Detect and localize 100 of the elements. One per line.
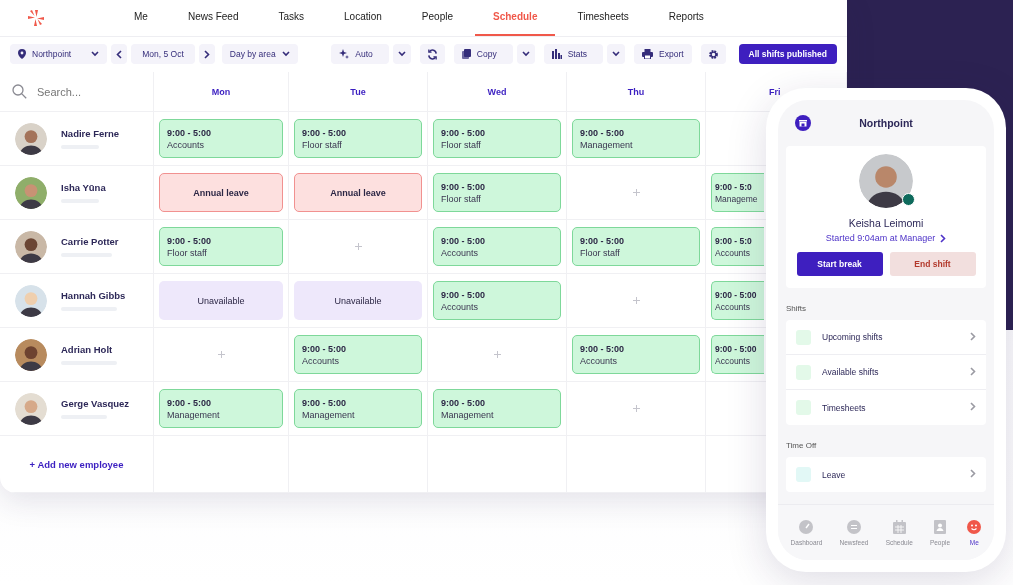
chat-icon bbox=[847, 519, 861, 534]
avatar bbox=[15, 176, 47, 209]
previous-button[interactable] bbox=[111, 44, 128, 65]
shift-status-link[interactable]: Started 9:04am at Manager bbox=[825, 233, 947, 243]
view-dropdown[interactable]: Day by area bbox=[221, 44, 298, 65]
copy-icon bbox=[461, 49, 471, 60]
employee-name[interactable]: Gerge Vasquez bbox=[61, 398, 130, 409]
nav-tab[interactable]: News Feed bbox=[169, 0, 257, 36]
shift-area: Manageme bbox=[715, 193, 764, 204]
shift-time: 9:00 - 5:00 bbox=[167, 235, 213, 246]
menu-item[interactable]: Leave bbox=[786, 457, 986, 492]
shift-card[interactable]: 9:00 - 5:00 Accounts bbox=[433, 281, 561, 320]
shift-time: 9:00 - 5:00 bbox=[302, 397, 348, 408]
gauge-icon bbox=[799, 519, 814, 534]
avatar bbox=[15, 392, 47, 425]
shift-time: 9:00 - 5:00 bbox=[441, 289, 487, 300]
shift-card[interactable]: 9:00 - 5:00 Floor staff bbox=[572, 227, 700, 266]
add-employee-link[interactable]: + Add new employee bbox=[23, 457, 130, 471]
search-field[interactable]: Search... bbox=[35, 84, 149, 99]
employee-name[interactable]: Nadire Ferne bbox=[61, 128, 120, 139]
shift-time: 9:00 - 5:00 bbox=[715, 343, 758, 354]
shift-card[interactable]: 9:00 - 5:00 Floor staff bbox=[294, 119, 422, 158]
shift-time: 9:00 - 5:00 bbox=[580, 235, 626, 246]
next-button[interactable] bbox=[198, 44, 215, 65]
location-dropdown[interactable]: Northpoint bbox=[10, 44, 108, 65]
shift-card[interactable]: 9:00 - 5:0 Manageme bbox=[711, 173, 764, 212]
stats-button[interactable]: Stats bbox=[543, 44, 603, 65]
shift-area: Accounts bbox=[715, 247, 764, 258]
shift-card[interactable]: 9:00 - 5:00 Accounts bbox=[572, 335, 700, 374]
shift-area: Floor staff bbox=[302, 139, 414, 150]
chevron-right-icon bbox=[203, 49, 210, 59]
auto-button[interactable]: Auto bbox=[331, 44, 389, 65]
avatar bbox=[15, 284, 47, 317]
menu-item[interactable]: Available shifts bbox=[786, 355, 986, 390]
employee-name[interactable]: Isha Yūna bbox=[61, 182, 106, 193]
shift-area: Accounts bbox=[302, 355, 414, 366]
refresh-button[interactable] bbox=[419, 44, 445, 65]
section-heading: Time Off bbox=[785, 441, 818, 450]
chevron-right-icon bbox=[970, 469, 976, 478]
section-heading: Shifts bbox=[785, 304, 807, 313]
dropdown-button[interactable] bbox=[607, 44, 625, 65]
shift-area: Floor staff bbox=[441, 193, 553, 204]
unavailable-block[interactable]: Unavailable bbox=[294, 281, 422, 320]
shift-card[interactable]: 9:00 - 5:00 Accounts bbox=[711, 281, 764, 320]
employee-name[interactable]: Carrie Potter bbox=[61, 236, 119, 247]
bar-chart-icon bbox=[551, 49, 562, 60]
shift-card[interactable]: 9:00 - 5:00 Floor staff bbox=[433, 119, 561, 158]
dropdown-button[interactable] bbox=[392, 44, 411, 65]
employee-name[interactable]: Adrian Holt bbox=[61, 344, 117, 355]
date-button[interactable]: Mon, 5 Oct bbox=[131, 44, 195, 65]
shift-card[interactable]: 9:00 - 5:00 Accounts bbox=[294, 335, 422, 374]
logo-icon[interactable] bbox=[28, 9, 44, 26]
caret-icon bbox=[281, 51, 290, 58]
leave-block[interactable]: Annual leave bbox=[294, 173, 422, 212]
caret-icon bbox=[91, 51, 100, 58]
shift-card[interactable]: 9:00 - 5:00 Management bbox=[294, 389, 422, 428]
shift-card[interactable]: 9:00 - 5:00 Accounts bbox=[433, 227, 561, 266]
printer-icon bbox=[642, 49, 653, 60]
settings-button[interactable] bbox=[700, 44, 726, 65]
dropdown-button[interactable] bbox=[516, 44, 535, 65]
publish-button[interactable]: All shifts published bbox=[738, 44, 837, 65]
shift-area: Management bbox=[167, 409, 275, 420]
shift-area: Accounts bbox=[441, 247, 553, 258]
menu-item[interactable]: Upcoming shifts bbox=[786, 320, 986, 355]
store-icon[interactable] bbox=[795, 115, 811, 131]
shift-time: 9:00 - 5:00 bbox=[167, 397, 213, 408]
employee-name[interactable]: Hannah Gibbs bbox=[61, 290, 126, 301]
nav-tab[interactable]: Timesheets bbox=[559, 0, 647, 36]
nav-tab[interactable]: Reports bbox=[650, 0, 722, 36]
leave-block[interactable]: Annual leave bbox=[159, 173, 283, 212]
settings-icon bbox=[707, 48, 719, 60]
shift-card[interactable]: 9:00 - 5:00 Floor staff bbox=[159, 227, 283, 266]
shift-time: 9:00 - 5:0 bbox=[715, 181, 753, 192]
nav-tab[interactable]: People bbox=[403, 0, 471, 36]
shift-area: Accounts bbox=[167, 139, 275, 150]
shift-card[interactable]: 9:00 - 5:00 Floor staff bbox=[433, 173, 561, 212]
shift-card[interactable]: 9:00 - 5:00 Accounts bbox=[159, 119, 283, 158]
pin-icon bbox=[18, 49, 26, 60]
copy-button[interactable]: Copy bbox=[453, 44, 513, 65]
day-header: Mon bbox=[211, 86, 231, 97]
end-shift-button[interactable]: End shift bbox=[889, 252, 976, 276]
menu-item[interactable]: Timesheets bbox=[786, 390, 986, 425]
smiley-icon bbox=[967, 519, 982, 534]
shift-card[interactable]: 9:00 - 5:0 Accounts bbox=[711, 227, 764, 266]
export-button[interactable]: Export bbox=[634, 44, 692, 65]
shift-card[interactable]: 9:00 - 5:00 Management bbox=[572, 119, 700, 158]
shift-card[interactable]: 9:00 - 5:00 Accounts bbox=[711, 335, 764, 374]
shift-time: 9:00 - 5:00 bbox=[580, 343, 626, 354]
nav-tab[interactable]: Tasks bbox=[260, 0, 323, 36]
shift-card[interactable]: 9:00 - 5:00 Management bbox=[433, 389, 561, 428]
avatar bbox=[15, 122, 47, 155]
shift-card[interactable]: 9:00 - 5:00 Management bbox=[159, 389, 283, 428]
chevron-right-icon bbox=[970, 366, 976, 376]
shift-time: 9:00 - 5:00 bbox=[302, 127, 348, 138]
start-break-button[interactable]: Start break bbox=[796, 252, 883, 276]
nav-tab[interactable]: Location bbox=[326, 0, 400, 36]
nav-tab[interactable]: Me bbox=[116, 0, 166, 36]
unavailable-block[interactable]: Unavailable bbox=[159, 281, 283, 320]
search-icon bbox=[12, 84, 27, 99]
chevron-right-icon bbox=[970, 331, 976, 341]
